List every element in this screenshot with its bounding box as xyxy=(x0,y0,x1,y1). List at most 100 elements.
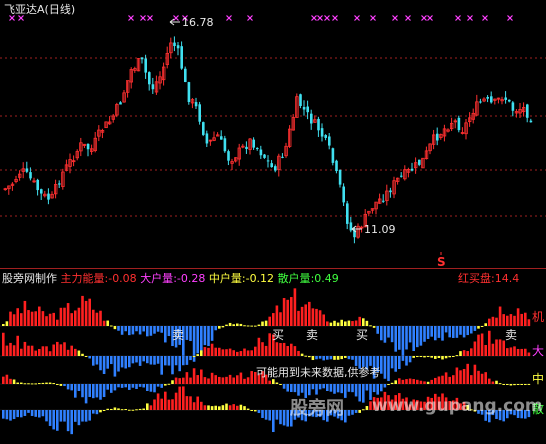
retail-bar xyxy=(20,410,23,418)
candle xyxy=(223,135,227,153)
medium-bar xyxy=(142,384,145,388)
institution-bar xyxy=(329,322,333,326)
large-bar xyxy=(88,356,91,359)
medium-bar xyxy=(477,370,480,384)
medium-bar xyxy=(30,383,34,385)
svg-text:11.09: 11.09 xyxy=(364,223,396,236)
medium-bar xyxy=(300,384,304,393)
retail-bar xyxy=(120,409,124,411)
candle xyxy=(317,116,320,137)
medium-bar xyxy=(243,378,246,384)
candle xyxy=(72,155,76,167)
institution-bar xyxy=(448,326,451,338)
candle xyxy=(97,125,101,142)
candle xyxy=(169,37,173,59)
institution-bar xyxy=(437,326,441,338)
institution-bar xyxy=(351,321,354,326)
large-bar xyxy=(171,356,174,375)
candle xyxy=(431,129,436,150)
medium-bar xyxy=(160,384,163,388)
signal-sell: 卖 xyxy=(505,328,518,342)
large-bar xyxy=(495,339,498,356)
institution-bar xyxy=(189,326,192,342)
large-bar xyxy=(491,343,495,356)
large-bar xyxy=(282,342,286,356)
institution-bar xyxy=(401,326,405,357)
institution-bar xyxy=(524,312,527,326)
retail-bar xyxy=(135,409,138,411)
candle xyxy=(100,128,105,139)
retail-bar xyxy=(56,410,59,431)
candle xyxy=(140,57,144,64)
institution-bar xyxy=(99,310,102,326)
medium-bar xyxy=(354,384,358,397)
red-buy-readout: 红买盘:14.4 xyxy=(458,272,520,285)
large-bar xyxy=(484,345,487,356)
cross-marker-icon xyxy=(247,15,253,21)
retail-bar xyxy=(30,410,34,416)
large-bar xyxy=(124,356,127,369)
medium-bar xyxy=(340,384,343,394)
institution-bar xyxy=(196,326,199,354)
large-bar xyxy=(99,356,102,371)
institution-bar xyxy=(27,310,30,326)
candle xyxy=(129,67,133,89)
institution-bar xyxy=(153,326,156,334)
institution-bar xyxy=(5,321,9,326)
medium-bar xyxy=(59,384,63,386)
candle xyxy=(490,91,493,104)
retail-bar xyxy=(279,410,282,425)
large-bar xyxy=(70,345,73,356)
institution-bar xyxy=(257,324,261,326)
candle xyxy=(493,98,497,105)
medium-bar xyxy=(387,384,390,385)
medium-bar xyxy=(322,384,325,389)
large-bar xyxy=(300,353,304,356)
medium-bar xyxy=(207,378,210,384)
candle xyxy=(208,139,213,146)
large-bar xyxy=(279,343,282,356)
institution-bar xyxy=(336,322,340,326)
candlestick-chart[interactable]: 16.78 11.09 S xyxy=(0,0,546,268)
cross-marker-icon xyxy=(173,15,179,21)
candle xyxy=(161,62,166,86)
medium-bar xyxy=(394,380,397,384)
medium-bar xyxy=(192,368,196,384)
medium-bar xyxy=(495,380,498,384)
institution-bar xyxy=(509,314,513,326)
large-bar xyxy=(488,330,491,356)
signal-buy: 买 xyxy=(272,328,285,342)
large-bar xyxy=(441,356,444,360)
medium-bar xyxy=(106,384,109,390)
institution-bar xyxy=(318,310,322,326)
medium-bar xyxy=(416,379,419,384)
large-bar xyxy=(236,351,239,356)
cross-marker-icon xyxy=(128,15,134,21)
candle xyxy=(173,36,176,52)
large-bar xyxy=(408,356,412,363)
large-bar xyxy=(48,351,52,356)
large-bar xyxy=(322,356,325,361)
large-bar xyxy=(254,346,257,356)
medium-bar xyxy=(113,384,117,391)
large-bar xyxy=(210,343,214,356)
medium-bar xyxy=(48,382,52,384)
candle xyxy=(284,142,288,158)
medium-bar xyxy=(279,384,282,385)
institution-bar xyxy=(128,326,131,336)
retail-bar xyxy=(124,409,127,411)
large-bar xyxy=(333,356,336,360)
stock-chart-window: 飞亚达A(日线) 16.78 11.09 S 股旁网制作 主力能量:-0.08 大户… xyxy=(0,0,546,444)
institution-bar xyxy=(491,316,495,326)
institution-bar xyxy=(423,326,426,342)
institution-bar xyxy=(2,324,5,326)
candle xyxy=(50,191,54,199)
candle xyxy=(148,71,151,91)
signal-sell: 卖 xyxy=(172,328,185,342)
retail-bar xyxy=(250,410,253,411)
medium-bar xyxy=(408,378,412,384)
institution-bar xyxy=(405,326,408,350)
candle xyxy=(529,118,533,123)
candle xyxy=(7,185,11,195)
large-bar xyxy=(506,348,509,356)
